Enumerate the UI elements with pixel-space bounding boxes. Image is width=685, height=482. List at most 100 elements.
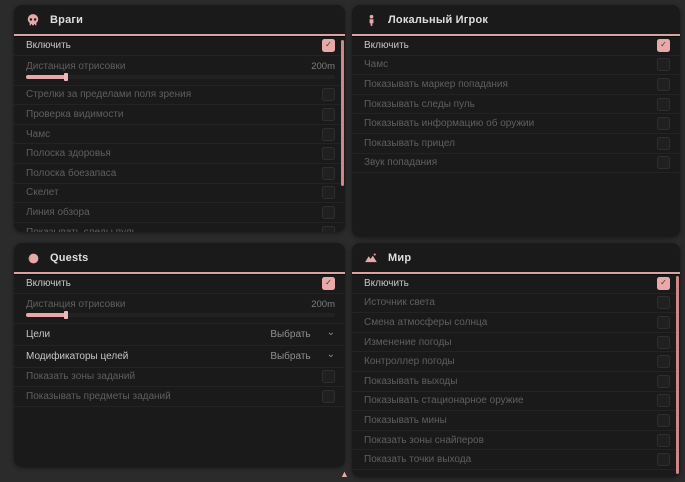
settings-row-checkbox: Показывать информацию об оружии xyxy=(352,114,680,134)
setting-label: Источник света xyxy=(364,297,435,308)
dropdown-value: Выбрать xyxy=(270,351,310,362)
panel-title: Мир xyxy=(388,252,411,264)
settings-row-checkbox: Включить ✓ xyxy=(14,36,345,56)
panel-world: Мир Включить✓ Источник света Смена атмосфе… xyxy=(352,243,680,477)
slider-track[interactable] xyxy=(26,313,335,317)
setting-label: Звук попадания xyxy=(364,157,437,168)
checkbox-unchecked[interactable] xyxy=(657,98,670,111)
checkbox-checked[interactable]: ✓ xyxy=(322,39,335,52)
settings-row-checkbox: Источник света xyxy=(352,294,680,314)
checkbox-unchecked[interactable] xyxy=(657,414,670,427)
setting-label: Линия обзора xyxy=(26,207,90,218)
setting-label: Показывать прицел xyxy=(364,138,455,149)
setting-label: Показывать стационарное оружие xyxy=(364,395,524,406)
settings-row-checkbox: Показывать предметы заданий xyxy=(14,387,345,407)
panel-quests: Quests Включить ✓ Дистанция отрисовки200mЦ… xyxy=(14,243,345,467)
setting-label: Включить xyxy=(26,278,71,289)
checkbox-unchecked[interactable] xyxy=(657,355,670,368)
dropdown-value: Выбрать xyxy=(270,329,310,340)
checkbox-unchecked[interactable] xyxy=(322,88,335,101)
scrollbar[interactable] xyxy=(341,40,344,186)
settings-row-checkbox: Линия обзора xyxy=(14,203,345,223)
check-icon: ✓ xyxy=(660,279,667,287)
setting-label: Дистанция отрисовки xyxy=(26,299,125,310)
checkbox-unchecked[interactable] xyxy=(657,394,670,407)
settings-row-checkbox: Полоска боезапаса xyxy=(14,164,345,184)
settings-row-checkbox: Скелет xyxy=(14,184,345,204)
settings-row-checkbox: Звук попадания xyxy=(352,154,680,174)
setting-label: Контроллер погоды xyxy=(364,356,455,367)
scrollbar[interactable] xyxy=(676,276,679,474)
settings-row-checkbox: Контроллер погоды xyxy=(352,352,680,372)
setting-label: Смена атмосферы солнца xyxy=(364,317,487,328)
checkbox-unchecked[interactable] xyxy=(322,226,335,232)
settings-row-checkbox: Показать зоны снайперов xyxy=(352,431,680,451)
checkbox-unchecked[interactable] xyxy=(322,206,335,219)
settings-row-checkbox: Стрелки за пределами поля зрения xyxy=(14,86,345,106)
setting-label: Показывать выходы xyxy=(364,376,457,387)
setting-label: Показать зоны снайперов xyxy=(364,435,484,446)
panel-header[interactable]: Quests xyxy=(14,243,345,274)
checkbox-unchecked[interactable] xyxy=(657,78,670,91)
settings-row-checkbox: Изменение погоды xyxy=(352,333,680,353)
checkbox-checked[interactable]: ✓ xyxy=(657,39,670,52)
setting-label: Показывать следы пуль xyxy=(364,99,475,110)
panel-header[interactable]: Мир xyxy=(352,243,680,274)
settings-row-checkbox: Показывать выходы xyxy=(352,372,680,392)
slider-track[interactable] xyxy=(26,75,335,79)
setting-label: Показывать мины xyxy=(364,415,447,426)
setting-label: Показывать маркер попадания xyxy=(364,79,508,90)
dropdown[interactable]: Выбрать ⌄ xyxy=(270,351,335,362)
settings-row-checkbox: Показывать прицел xyxy=(352,134,680,154)
checkbox-unchecked[interactable] xyxy=(657,296,670,309)
checkbox-unchecked[interactable] xyxy=(657,434,670,447)
checkbox-unchecked[interactable] xyxy=(657,336,670,349)
setting-label: Скелет xyxy=(26,187,59,198)
checkbox-unchecked[interactable] xyxy=(657,58,670,71)
settings-row-checkbox: Включить ✓ xyxy=(14,274,345,294)
checkbox-checked[interactable]: ✓ xyxy=(657,277,670,290)
dropdown[interactable]: Выбрать⌄ xyxy=(270,329,335,340)
scroll-indicator-icon[interactable]: ▲ xyxy=(340,470,349,479)
setting-label: Показать зоны заданий xyxy=(26,371,135,382)
panel-enemies: Враги Включить✓Дистанция отрисовки200mСт… xyxy=(14,5,345,232)
panel-header[interactable]: Локальный Игрок xyxy=(352,5,680,36)
checkbox-unchecked[interactable] xyxy=(657,375,670,388)
check-icon: ✓ xyxy=(325,279,332,287)
checkbox-checked[interactable]: ✓ xyxy=(322,277,335,290)
check-icon: ✓ xyxy=(660,41,667,49)
checkbox-unchecked[interactable] xyxy=(322,147,335,160)
check-icon: ✓ xyxy=(325,41,332,49)
checkbox-unchecked[interactable] xyxy=(322,108,335,121)
checkbox-unchecked[interactable] xyxy=(657,156,670,169)
panel-title: Враги xyxy=(50,14,83,26)
chevron-down-icon: ⌄ xyxy=(327,350,335,360)
checkbox-unchecked[interactable] xyxy=(657,453,670,466)
settings-row-checkbox: Полоска здоровья xyxy=(14,144,345,164)
checkbox-unchecked[interactable] xyxy=(322,167,335,180)
slider-thumb[interactable] xyxy=(64,73,68,81)
checkbox-unchecked[interactable] xyxy=(657,316,670,329)
settings-row-checkbox: Включить✓ xyxy=(352,274,680,294)
panel-body: Включить✓ Источник света Смена атмосферы с… xyxy=(352,274,680,470)
checkbox-unchecked[interactable] xyxy=(657,117,670,130)
setting-label: Модификаторы целей xyxy=(26,351,128,362)
panel-body: Включить✓ЧамсПоказывать маркер попадания… xyxy=(352,36,680,173)
setting-label: Стрелки за пределами поля зрения xyxy=(26,89,191,100)
settings-row-slider: Дистанция отрисовки200m xyxy=(14,294,345,324)
circle-icon xyxy=(26,251,40,265)
settings-row-checkbox: Включить✓ xyxy=(352,36,680,56)
settings-row-dropdown: Модификаторы целей Выбрать ⌄ xyxy=(14,346,345,368)
checkbox-unchecked[interactable] xyxy=(322,128,335,141)
slider-thumb[interactable] xyxy=(64,311,68,319)
checkbox-unchecked[interactable] xyxy=(322,390,335,403)
settings-row-dropdown: ЦелиВыбрать⌄ xyxy=(14,324,345,346)
checkbox-unchecked[interactable] xyxy=(657,137,670,150)
checkbox-unchecked[interactable] xyxy=(322,370,335,383)
setting-label: Включить xyxy=(26,40,71,51)
mountain-icon xyxy=(364,251,378,265)
panel-header[interactable]: Враги xyxy=(14,5,345,36)
slider-value: 200m xyxy=(311,61,335,72)
setting-label: Показывать следы пуль xyxy=(26,227,137,232)
checkbox-unchecked[interactable] xyxy=(322,186,335,199)
